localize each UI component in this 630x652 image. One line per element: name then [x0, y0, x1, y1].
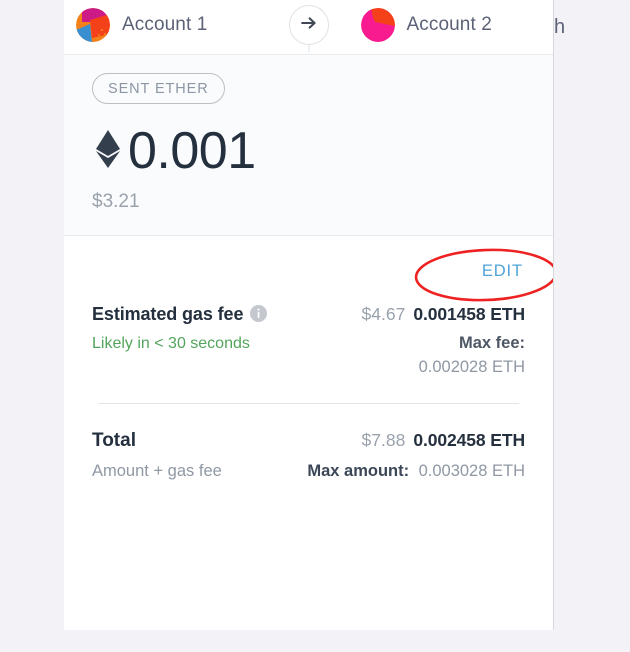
amount-value: 0.001 [128, 121, 256, 180]
info-icon[interactable] [250, 304, 268, 327]
transfer-direction-badge [288, 5, 329, 45]
from-account[interactable]: Account 1 [64, 8, 309, 42]
max-amount-value: 0.003028 ETH [418, 462, 525, 480]
transaction-details-section: EDIT Estimated gas fee $4.67 0.001458 ET… [64, 236, 553, 481]
max-fee-label: Max fee: [458, 334, 525, 352]
total-block: Total $7.88 0.002458 ETH Amount + gas fe… [92, 430, 525, 481]
jazzicon-account-1-avatar [76, 8, 110, 42]
gas-fee-block: Estimated gas fee $4.67 0.001458 ETH Lik… [92, 304, 525, 377]
total-description: Amount + gas fee [92, 462, 222, 480]
total-row: Total $7.88 0.002458 ETH [92, 430, 525, 452]
gas-fee-label: Estimated gas fee [92, 304, 244, 324]
arrow-right-icon [299, 13, 319, 38]
gas-fee-fiat: $4.67 [361, 304, 406, 324]
amount-display: 0.001 [92, 124, 525, 177]
max-fee-value: 0.002028 ETH [418, 358, 525, 376]
transaction-speed-estimate: Likely in < 30 seconds [92, 335, 250, 352]
edit-gas-button[interactable]: EDIT [480, 262, 525, 281]
account-transfer-header: Account 1 Account 2 [64, 0, 553, 55]
fiat-amount: $3.21 [92, 191, 140, 212]
gas-fee-row: Estimated gas fee $4.67 0.001458 ETH [92, 304, 525, 325]
total-values: $7.88 0.002458 ETH [361, 430, 526, 451]
ethereum-diamond-icon [92, 124, 124, 177]
from-account-name: Account 1 [122, 14, 208, 35]
total-fiat: $7.88 [361, 430, 406, 450]
max-amount-group: Max amount: 0.003028 ETH [307, 462, 525, 481]
gas-fee-label-group: Estimated gas fee [92, 304, 268, 327]
transaction-confirmation-panel: Account 1 Account 2 SENT ETHER 0.001 $3.… [64, 0, 554, 630]
total-label: Total [92, 430, 136, 451]
edit-row: EDIT [92, 254, 525, 288]
section-divider [98, 403, 519, 404]
to-account-name: Account 2 [406, 14, 492, 35]
gas-fee-values: $4.67 0.001458 ETH [361, 304, 526, 325]
background-partial-text: h [554, 16, 566, 38]
gas-fee-subrow: Likely in < 30 seconds Max fee: 0.002028… [92, 334, 525, 377]
sent-amount-section: SENT ETHER 0.001 $3.21 [64, 55, 553, 236]
total-eth: 0.002458 ETH [413, 430, 525, 450]
max-amount-label: Max amount: [307, 462, 410, 480]
status-badge: SENT ETHER [92, 73, 225, 104]
total-subrow: Amount + gas fee Max amount: 0.003028 ET… [92, 462, 525, 481]
max-fee-group: Max fee: 0.002028 ETH [419, 334, 525, 377]
to-account[interactable]: Account 2 [309, 8, 554, 42]
jazzicon-account-2-avatar [360, 8, 395, 42]
gas-fee-eth: 0.001458 ETH [413, 304, 525, 324]
